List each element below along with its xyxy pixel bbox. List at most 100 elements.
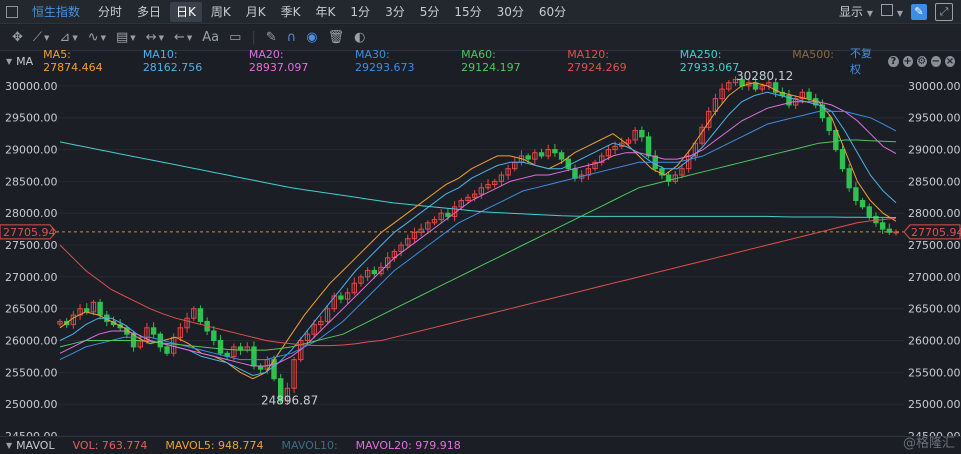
tab-5[interactable]: 季K xyxy=(275,2,307,22)
y-tick-left: 28500.00 xyxy=(5,175,58,188)
candle-body xyxy=(572,168,578,179)
eye-icon[interactable]: ◉ xyxy=(306,30,317,45)
y-tick-right: 26500.00 xyxy=(908,303,961,316)
tab-0[interactable]: 分时 xyxy=(92,2,128,22)
y-tick-left: 26500.00 xyxy=(5,303,58,316)
minus-icon[interactable]: − xyxy=(930,55,941,67)
y-tick-left: 26000.00 xyxy=(5,335,58,348)
y-tick-right: 27500.00 xyxy=(908,239,961,252)
vol-items: VOL: 763.774 MAVOL5: 948.774 MAVOL10: MAVOL… xyxy=(73,439,479,452)
candle-body xyxy=(525,155,531,160)
vol-legend-3: MAVOL20: 979.918 xyxy=(355,439,461,452)
magnet-icon[interactable]: ∩ xyxy=(287,30,297,45)
eraser-icon[interactable]: ✎ xyxy=(266,30,277,45)
comment-tool-icon[interactable]: ▭ xyxy=(229,30,241,45)
display-label: 显示 xyxy=(839,5,864,19)
candle-body xyxy=(839,149,846,170)
candle-body xyxy=(879,222,886,230)
y-tick-right: 30000.00 xyxy=(908,80,961,93)
y-tick-left: 27500.00 xyxy=(5,239,58,252)
tab-1[interactable]: 多日 xyxy=(131,2,167,22)
y-tick-right: 29000.00 xyxy=(908,144,961,157)
ma-line-ma250 xyxy=(59,141,897,218)
ma-line-ma120 xyxy=(59,217,897,347)
candle-body xyxy=(552,149,558,154)
tab-6[interactable]: 年K xyxy=(310,2,342,22)
checkbox-dropdown[interactable]: ▼ xyxy=(881,4,903,19)
y-tick-right: 25000.00 xyxy=(908,398,961,411)
y-tick-left: 29000.00 xyxy=(5,144,58,157)
candle-body xyxy=(846,168,852,189)
ma-label: MA xyxy=(16,54,34,68)
candle-body xyxy=(217,340,224,354)
tab-3[interactable]: 周K xyxy=(205,2,237,22)
tab-11[interactable]: 30分 xyxy=(491,2,530,22)
low-label: 24896.87 xyxy=(261,394,318,408)
tab-8[interactable]: 3分 xyxy=(379,2,411,22)
y-tick-right: 25500.00 xyxy=(908,366,961,379)
channel-tool-icon[interactable]: ⊿ ▼ xyxy=(59,30,77,45)
period-tabs: 分时 多日 日K 周K 月K 季K 年K 1分 3分 5分 15分 30分 60分 xyxy=(92,1,575,22)
candle-body xyxy=(97,301,103,316)
tab-9[interactable]: 5分 xyxy=(414,2,446,22)
last-price-label-left: 27705.94 xyxy=(3,226,56,239)
candle-body xyxy=(853,187,859,201)
top-bar: 恒生指数 分时 多日 日K 周K 月K 季K 年K 1分 3分 5分 15分 30分 60分 显示 ▼ … xyxy=(0,0,961,24)
collapse-caret-icon[interactable]: ▼ xyxy=(6,57,12,66)
tab-4[interactable]: 月K xyxy=(240,2,272,22)
candle-body xyxy=(639,129,645,138)
text-tool-icon[interactable]: Aa xyxy=(202,30,219,45)
tab-2[interactable]: 日K xyxy=(170,1,202,22)
settings-icon[interactable]: ⚙ xyxy=(916,55,927,67)
trash-icon[interactable]: 🗑 xyxy=(328,30,345,45)
volume-legend-bar: ▼ MAVOL VOL: 763.774 MAVOL5: 948.774 MAVOL… xyxy=(0,436,961,454)
candle-body xyxy=(338,295,344,300)
menu-square-icon[interactable] xyxy=(6,5,18,18)
display-dropdown[interactable]: 显示 ▼ xyxy=(839,3,873,20)
index-title[interactable]: 恒生指数 xyxy=(26,2,86,22)
candle-body xyxy=(806,91,812,100)
draw-pen-icon[interactable]: ✎ xyxy=(911,3,927,20)
fullscreen-icon[interactable]: ⤢ xyxy=(935,2,953,21)
y-tick-left: 29500.00 xyxy=(5,112,58,125)
y-tick-right: 29500.00 xyxy=(908,112,961,125)
ma-line-ma5 xyxy=(59,82,897,380)
line-tool-icon[interactable]: ⟋ ▼ xyxy=(33,30,50,45)
vol-legend-2: MAVOL10: xyxy=(281,439,338,452)
tab-7[interactable]: 1分 xyxy=(344,2,376,22)
toolbar-divider: | xyxy=(251,30,256,45)
candle-body xyxy=(833,129,839,151)
candlestick-chart[interactable]: 24500.0024500.0025000.0025000.0025500.00… xyxy=(0,70,961,436)
add-icon[interactable]: + xyxy=(902,55,913,67)
candle-body xyxy=(211,330,217,342)
last-price-label-right: 27705.94 xyxy=(911,226,961,239)
arrow-tool-icon[interactable]: ← ▼ xyxy=(174,30,192,45)
crosshair-tool-icon[interactable]: ✥ xyxy=(12,30,23,45)
candle-body xyxy=(558,152,565,160)
ma-line-ma30 xyxy=(59,110,897,361)
fib-tool-icon[interactable]: ▤ ▼ xyxy=(116,30,136,45)
collapse-caret-icon[interactable]: ▼ xyxy=(6,441,12,450)
candle-body xyxy=(565,158,571,170)
y-tick-right: 27000.00 xyxy=(908,271,961,284)
checkbox-icon xyxy=(881,4,894,16)
candle-body xyxy=(150,327,157,335)
y-tick-right: 26000.00 xyxy=(908,335,961,348)
caret-down-icon: ▼ xyxy=(896,9,903,18)
tab-10[interactable]: 15分 xyxy=(448,2,487,22)
close-icon[interactable]: × xyxy=(944,55,955,67)
caret-down-icon: ▼ xyxy=(866,9,874,18)
y-tick-right: 28500.00 xyxy=(908,175,961,188)
topbar-right: 显示 ▼ ▼ ✎ ⤢ xyxy=(839,2,961,21)
y-tick-left: 25000.00 xyxy=(5,398,58,411)
question-icon[interactable]: ? xyxy=(888,55,899,67)
candle-body xyxy=(645,136,652,157)
y-tick-left: 27000.00 xyxy=(5,271,58,284)
watermark: @格隆汇 xyxy=(902,436,955,451)
wave-tool-icon[interactable]: ∿ ▼ xyxy=(88,30,106,45)
toggle-icon[interactable]: ◐ xyxy=(354,30,365,45)
range-tool-icon[interactable]: ↔ ▼ xyxy=(146,30,164,45)
y-tick-left: 28000.00 xyxy=(5,207,58,220)
tab-12[interactable]: 60分 xyxy=(533,2,572,22)
ma-legend-bar: ▼ MA MA5: 27874.464 MA10: 28162.756 MA20: … xyxy=(0,47,961,76)
